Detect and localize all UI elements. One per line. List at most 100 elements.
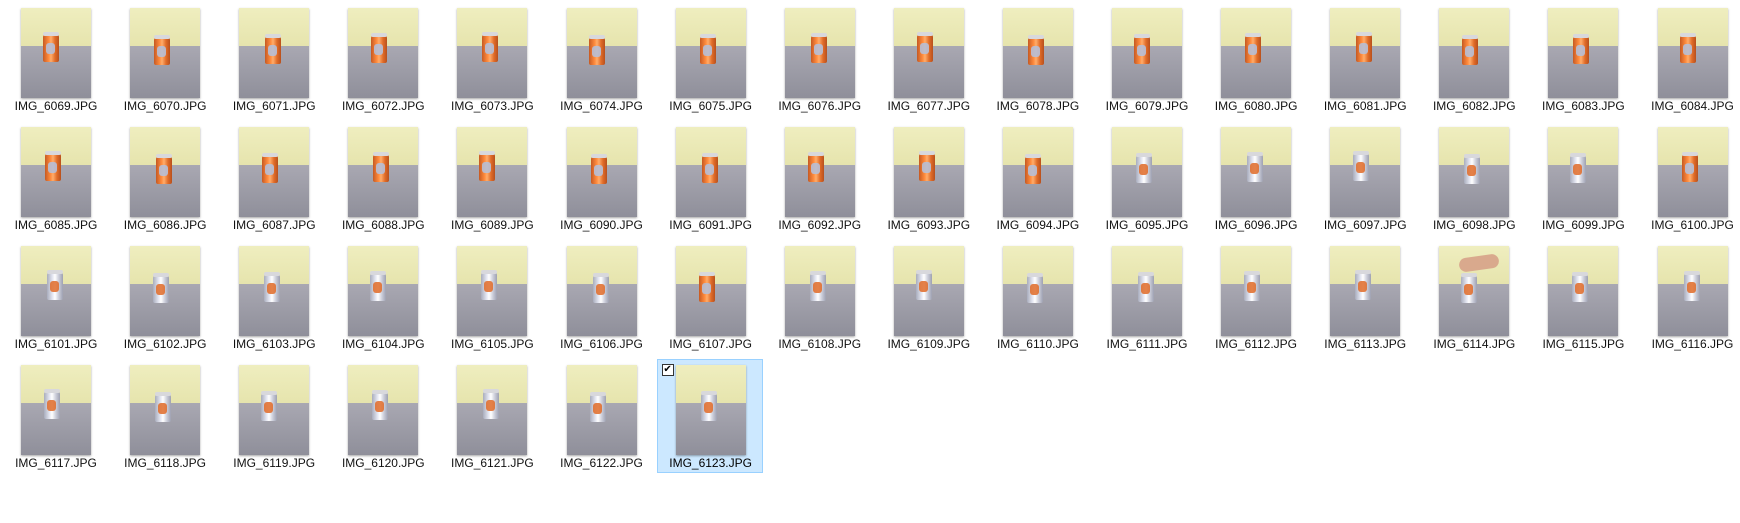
file-item[interactable]: IMG_6091.JPG: [657, 121, 763, 235]
file-item[interactable]: IMG_6116.JPG: [1639, 240, 1740, 354]
file-name: IMG_6121.JPG: [451, 456, 534, 470]
file-name: IMG_6087.JPG: [232, 218, 316, 232]
file-name: IMG_6112.JPG: [1215, 337, 1297, 351]
file-item[interactable]: IMG_6107.JPG: [657, 240, 763, 354]
file-item[interactable]: IMG_6082.JPG: [1420, 2, 1526, 116]
file-item[interactable]: IMG_6118.JPG: [111, 359, 217, 473]
file-name: IMG_6094.JPG: [996, 218, 1080, 232]
file-item[interactable]: IMG_6121.JPG: [438, 359, 544, 473]
file-item[interactable]: IMG_6077.JPG: [875, 2, 981, 116]
file-name: IMG_6099.JPG: [1542, 218, 1625, 232]
file-item[interactable]: IMG_6081.JPG: [1311, 2, 1417, 116]
file-item[interactable]: IMG_6087.JPG: [220, 121, 326, 235]
file-item[interactable]: IMG_6104.JPG: [329, 240, 435, 354]
file-item[interactable]: IMG_6103.JPG: [220, 240, 326, 354]
file-item[interactable]: IMG_6100.JPG: [1639, 121, 1740, 235]
file-item[interactable]: IMG_6101.JPG: [2, 240, 108, 354]
file-thumbnail: [239, 246, 310, 336]
file-name: IMG_6096.JPG: [1214, 218, 1298, 232]
file-item[interactable]: IMG_6086.JPG: [111, 121, 217, 235]
file-item[interactable]: IMG_6119.JPG: [220, 359, 326, 473]
file-item[interactable]: IMG_6098.JPG: [1420, 121, 1526, 235]
file-thumbnail: [457, 365, 528, 455]
file-item[interactable]: IMG_6076.JPG: [766, 2, 872, 116]
file-item[interactable]: IMG_6071.JPG: [220, 2, 326, 116]
file-item[interactable]: IMG_6094.JPG: [984, 121, 1090, 235]
file-item[interactable]: IMG_6084.JPG: [1639, 2, 1740, 116]
file-name: IMG_6103.JPG: [232, 337, 316, 351]
file-item[interactable]: IMG_6073.JPG: [438, 2, 544, 116]
file-name: IMG_6117.JPG: [15, 456, 97, 470]
file-name: IMG_6090.JPG: [560, 218, 643, 232]
file-item[interactable]: IMG_6078.JPG: [984, 2, 1090, 116]
file-name: IMG_6115.JPG: [1542, 337, 1625, 351]
file-item[interactable]: IMG_6089.JPG: [438, 121, 544, 235]
file-item[interactable]: IMG_6097.JPG: [1311, 121, 1417, 235]
file-thumbnail: [893, 246, 964, 336]
file-item[interactable]: IMG_6099.JPG: [1529, 121, 1635, 235]
file-name: IMG_6097.JPG: [1323, 218, 1407, 232]
file-item[interactable]: IMG_6106.JPG: [548, 240, 654, 354]
file-item[interactable]: IMG_6110.JPG: [984, 240, 1090, 354]
file-name: IMG_6089.JPG: [451, 218, 534, 232]
file-item[interactable]: IMG_6090.JPG: [548, 121, 654, 235]
file-item[interactable]: IMG_6114.JPG: [1420, 240, 1526, 354]
file-thumbnail: [457, 127, 528, 217]
file-name: IMG_6106.JPG: [560, 337, 643, 351]
file-name: IMG_6104.JPG: [341, 337, 425, 351]
file-name: IMG_6069.JPG: [14, 99, 98, 113]
file-item[interactable]: IMG_6115.JPG: [1529, 240, 1635, 354]
file-item[interactable]: IMG_6113.JPG: [1311, 240, 1417, 354]
file-item[interactable]: IMG_6122.JPG: [548, 359, 654, 473]
selection-checkbox-icon[interactable]: ✔: [661, 364, 674, 376]
file-item[interactable]: IMG_6088.JPG: [329, 121, 435, 235]
file-item[interactable]: IMG_6070.JPG: [111, 2, 217, 116]
file-item[interactable]: IMG_6120.JPG: [329, 359, 435, 473]
file-thumbnail: [239, 365, 310, 455]
file-name: IMG_6114.JPG: [1433, 337, 1516, 351]
file-item[interactable]: IMG_6069.JPG: [2, 2, 108, 116]
file-grid: IMG_6069.JPG IMG_6070.JPG IMG_6071.JPG IMG_…: [0, 0, 1740, 523]
file-item[interactable]: IMG_6095.JPG: [1093, 121, 1199, 235]
file-item[interactable]: IMG_6072.JPG: [329, 2, 435, 116]
file-thumbnail: [348, 246, 419, 336]
file-item[interactable]: IMG_6108.JPG: [766, 240, 872, 354]
file-item[interactable]: IMG_6080.JPG: [1202, 2, 1308, 116]
file-name: IMG_6118.JPG: [124, 456, 206, 470]
file-thumbnail: [457, 8, 528, 98]
file-name: IMG_6074.JPG: [560, 99, 643, 113]
file-name: IMG_6119.JPG: [233, 456, 316, 470]
file-name: IMG_6113.JPG: [1324, 337, 1407, 351]
file-thumbnail: [1330, 8, 1401, 98]
file-item[interactable]: IMG_6093.JPG: [875, 121, 981, 235]
file-item[interactable]: IMG_6092.JPG: [766, 121, 872, 235]
file-name: IMG_6111.JPG: [1106, 337, 1188, 351]
file-thumbnail: [239, 8, 310, 98]
file-thumbnail: [348, 127, 419, 217]
file-item[interactable]: IMG_6074.JPG: [548, 2, 654, 116]
file-thumbnail: [893, 8, 964, 98]
file-name: IMG_6081.JPG: [1323, 99, 1407, 113]
file-name: IMG_6105.JPG: [451, 337, 534, 351]
file-item[interactable]: IMG_6112.JPG: [1202, 240, 1308, 354]
file-item[interactable]: IMG_6096.JPG: [1202, 121, 1308, 235]
file-name: IMG_6088.JPG: [341, 218, 425, 232]
file-item[interactable]: IMG_6123.JPG ✔: [656, 359, 763, 473]
file-name: IMG_6080.JPG: [1214, 99, 1298, 113]
file-thumbnail: [348, 8, 419, 98]
file-item[interactable]: IMG_6111.JPG: [1093, 240, 1199, 354]
file-item[interactable]: IMG_6117.JPG: [2, 359, 108, 473]
file-item[interactable]: IMG_6085.JPG: [2, 121, 108, 235]
file-item[interactable]: IMG_6079.JPG: [1093, 2, 1199, 116]
file-item[interactable]: IMG_6075.JPG: [657, 2, 763, 116]
file-item[interactable]: IMG_6102.JPG: [111, 240, 217, 354]
file-thumbnail: [675, 365, 746, 455]
file-item[interactable]: IMG_6083.JPG: [1529, 2, 1635, 116]
file-name: IMG_6100.JPG: [1651, 218, 1734, 232]
file-item[interactable]: IMG_6109.JPG: [875, 240, 981, 354]
file-thumbnail: [239, 127, 310, 217]
file-name: IMG_6098.JPG: [1432, 218, 1516, 232]
file-item[interactable]: IMG_6105.JPG: [438, 240, 544, 354]
file-thumbnail: [1221, 127, 1292, 217]
file-name: IMG_6108.JPG: [778, 337, 862, 351]
